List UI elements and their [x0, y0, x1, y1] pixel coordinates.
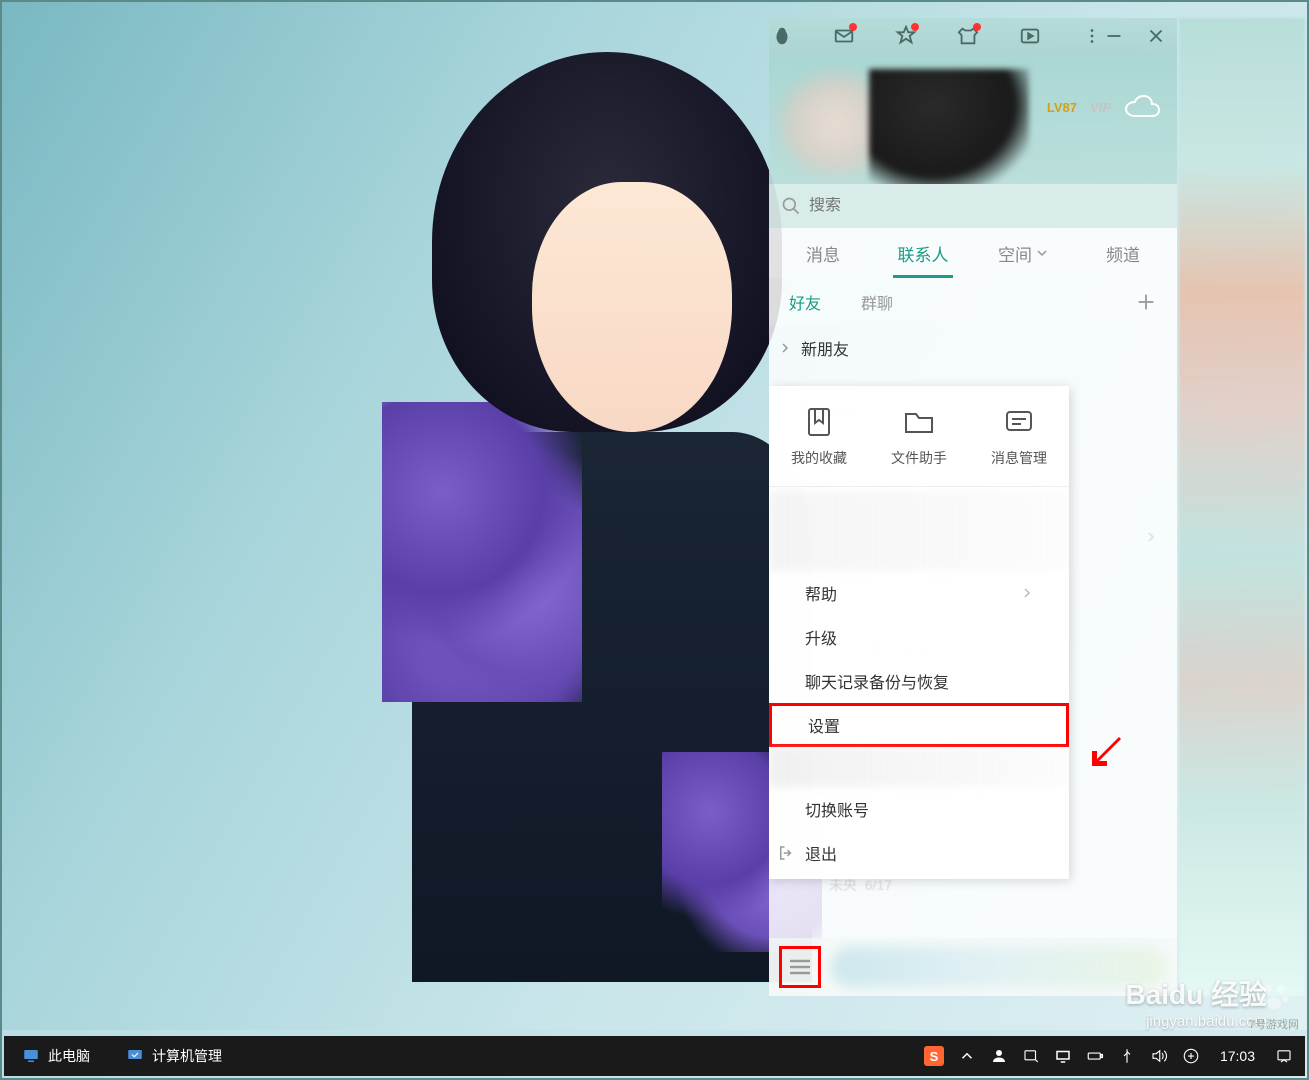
menu-favorites[interactable]: 我的收藏: [791, 404, 847, 468]
qq-bottom-bar: [769, 938, 1177, 996]
tab-space[interactable]: 空间: [973, 228, 1073, 278]
weather-cloud-icon[interactable]: [1123, 94, 1163, 122]
search-icon: [781, 196, 801, 216]
minimize-button[interactable]: [1103, 25, 1125, 47]
contact-list: 新朋友 我的设备 0/1 0/24 如今 8/18 0/4 未央 6/17 我的: [769, 326, 1177, 938]
chevron-right-icon: [779, 342, 791, 354]
menu-blur-area: [769, 491, 1069, 571]
vip-badge: VIP: [1090, 100, 1111, 115]
sogou-ime-icon[interactable]: S: [924, 1046, 944, 1066]
search-bar[interactable]: [769, 184, 1177, 228]
level-badge: LV87: [1047, 100, 1077, 115]
windows-taskbar: 此电脑 计算机管理 S 17:03: [4, 1036, 1305, 1076]
notification-dot: [973, 23, 981, 31]
main-menu-popup: 我的收藏 文件助手 消息管理 帮助 升级: [769, 386, 1069, 879]
tab-channels[interactable]: 频道: [1073, 228, 1173, 278]
tray-clock[interactable]: 17:03: [1214, 1048, 1261, 1064]
tray-ime-icon[interactable]: [1182, 1047, 1200, 1065]
qq-main-panel: LV87 VIP 消息 联系人 空间 频道 好友 群聊 新朋友 我的设备 0/1: [769, 18, 1177, 996]
hamburger-icon: [786, 953, 814, 981]
search-input[interactable]: [809, 197, 1165, 215]
tray-battery-icon[interactable]: [1086, 1047, 1104, 1065]
menu-switch-account[interactable]: 切换账号: [769, 787, 1069, 831]
computer-icon: [22, 1047, 40, 1065]
menu-message-manager[interactable]: 消息管理: [991, 404, 1047, 468]
menu-upgrade[interactable]: 升级: [769, 615, 1069, 659]
annotation-arrow-icon: [1087, 731, 1127, 771]
avatar-figure: [869, 69, 1029, 184]
tray-volume-icon[interactable]: [1150, 1047, 1168, 1065]
system-tray: S 17:03: [912, 1046, 1305, 1066]
email-icon[interactable]: [833, 25, 855, 47]
tray-up-icon[interactable]: [958, 1047, 976, 1065]
menu-blur-area: [769, 747, 1069, 787]
qq-titlebar: [769, 18, 1177, 54]
management-icon: [126, 1047, 144, 1065]
subtab-friends[interactable]: 好友: [789, 290, 821, 314]
notification-dot: [849, 23, 857, 31]
profile-header[interactable]: LV87 VIP: [769, 54, 1177, 184]
penguin-icon[interactable]: [771, 25, 793, 47]
sub-tabs: 好友 群聊: [769, 278, 1177, 326]
exit-icon: [777, 844, 795, 862]
tray-usb-icon[interactable]: [1118, 1047, 1136, 1065]
tab-messages[interactable]: 消息: [773, 228, 873, 278]
right-background-strip: [1179, 18, 1305, 996]
more-icon[interactable]: [1081, 25, 1103, 47]
subtab-groups[interactable]: 群聊: [861, 290, 893, 314]
group-new-friends[interactable]: 新朋友: [769, 326, 1177, 370]
hamburger-menu-button[interactable]: [779, 946, 821, 988]
tray-notification-icon[interactable]: [1275, 1047, 1293, 1065]
add-icon[interactable]: [1135, 291, 1157, 313]
star-icon[interactable]: [895, 25, 917, 47]
menu-file-helper[interactable]: 文件助手: [891, 404, 947, 468]
menu-settings[interactable]: 设置: [769, 703, 1069, 747]
menu-help[interactable]: 帮助: [769, 571, 1069, 615]
tray-people-icon[interactable]: [990, 1047, 1008, 1065]
close-button[interactable]: [1145, 25, 1167, 47]
tab-contacts[interactable]: 联系人: [873, 228, 973, 278]
play-icon[interactable]: [1019, 25, 1041, 47]
notification-dot: [911, 23, 919, 31]
menu-exit[interactable]: 退出: [769, 831, 1069, 875]
taskbar-this-pc[interactable]: 此电脑: [4, 1036, 108, 1076]
tray-action-center-icon[interactable]: [1022, 1047, 1040, 1065]
chevron-right-icon: [1021, 587, 1033, 599]
group-label: 新朋友: [801, 336, 849, 360]
tray-network-icon[interactable]: [1054, 1047, 1072, 1065]
bottom-blur: [831, 947, 1167, 987]
menu-backup[interactable]: 聊天记录备份与恢复: [769, 659, 1069, 703]
chevron-down-icon: [1036, 247, 1048, 259]
wallpaper-figure: [382, 52, 832, 1002]
taskbar-computer-management[interactable]: 计算机管理: [108, 1036, 240, 1076]
tshirt-icon[interactable]: [957, 25, 979, 47]
main-tabs: 消息 联系人 空间 频道: [769, 228, 1177, 278]
